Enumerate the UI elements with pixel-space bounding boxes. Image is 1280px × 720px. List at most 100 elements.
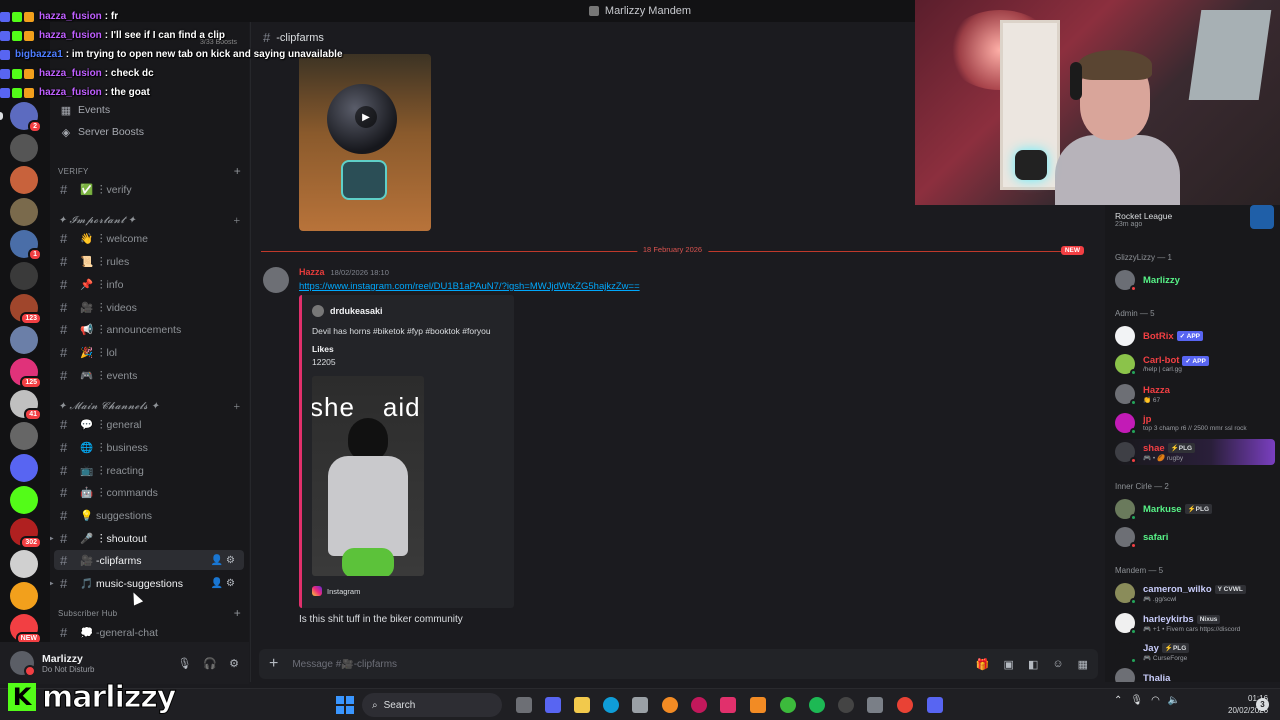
member-jay[interactable]: Jay ⚡PLG 🎮 CurseForge [1115, 639, 1275, 665]
category-subscriber-hub[interactable]: Subscriber Hub + [58, 606, 241, 620]
settings-icon[interactable] [867, 697, 883, 713]
channel-shoutout[interactable]: ▶ # 🎤 ︙shoutout [50, 528, 244, 548]
member-shae[interactable]: shae ⚡PLG 🎮 • 🏉 rugby [1115, 439, 1275, 465]
server-icon[interactable]: NEW [10, 614, 42, 645]
add-channel-icon[interactable]: + [234, 606, 241, 620]
server-icon[interactable] [10, 550, 38, 578]
instagram-app-icon[interactable] [720, 697, 736, 713]
gear-icon[interactable]: ⚙ [229, 657, 239, 670]
headphones-icon[interactable]: 🎧 [203, 657, 217, 670]
spotify-icon[interactable] [809, 697, 825, 713]
microphone-icon[interactable]: 🎙 [177, 657, 191, 670]
user-info[interactable]: Marlizzy Do Not Disturb [42, 653, 94, 674]
activity-card[interactable]: Rocket League 23m ago [1105, 205, 1280, 237]
gift-icon[interactable]: 🎁 [976, 658, 990, 671]
channel-commands[interactable]: # 🤖 ︙commands [54, 482, 244, 502]
server-icon[interactable]: 125 [10, 358, 42, 389]
server-icon[interactable] [10, 262, 38, 290]
sidebar-link-events[interactable]: ▦ Events [60, 100, 110, 120]
taskbar-search[interactable]: ⌕ Search [362, 693, 502, 717]
microphone-icon[interactable]: 🎙 [1130, 695, 1143, 706]
server-icon[interactable] [10, 582, 38, 610]
network-icon[interactable]: ◠ [1151, 695, 1160, 706]
notification-badge[interactable]: 3 [1256, 698, 1269, 711]
file-explorer-icon[interactable] [574, 697, 590, 713]
category-important[interactable]: ✦ 𝓘𝓶𝓹𝓸𝓻𝓽𝓪𝓷𝓽 ✦ + [58, 213, 241, 227]
channel-videos[interactable]: # 🎥 ︙videos [54, 297, 244, 317]
edge-icon[interactable] [603, 697, 619, 713]
channel-general[interactable]: # 💬 ︙general [54, 414, 244, 434]
avatar[interactable] [10, 651, 36, 677]
category-main-channels[interactable]: ✦ 𝓜𝓪𝓲𝓷 𝓒𝓱𝓪𝓷𝓷𝓮𝓵𝓼 ✦ + [58, 399, 241, 413]
channel-verify[interactable]: # ✅ ︙verify [54, 179, 244, 199]
category-verify[interactable]: VERIFY + [58, 164, 241, 178]
chrome-icon[interactable] [897, 697, 913, 713]
member-marlizzy[interactable]: Marlizzy [1115, 267, 1275, 293]
channel-lol[interactable]: # 🎉 ︙lol [54, 342, 244, 362]
server-icon[interactable] [10, 422, 38, 450]
channel-music-suggestions[interactable]: ▶ # 🎵 music-suggestions 👤⚙ [50, 573, 244, 593]
gif-icon[interactable]: ▣ [1004, 658, 1014, 671]
channel-reacting[interactable]: # 📺 ︙reacting [54, 460, 244, 480]
server-icon[interactable]: 302 [10, 518, 42, 549]
server-icon[interactable] [10, 486, 38, 514]
channel-welcome[interactable]: # 👋 ︙welcome [54, 228, 244, 248]
add-channel-icon[interactable]: + [233, 213, 241, 228]
channel-rules[interactable]: # 📜 ︙rules [54, 251, 244, 271]
channel-announcements[interactable]: # 📢 ︙announcements [54, 319, 244, 339]
discord-taskbar-icon[interactable] [927, 697, 943, 713]
member-jp[interactable]: jp top 3 champ r6 // 2500 mmr ssl rock [1115, 410, 1275, 436]
add-channel-icon[interactable]: + [234, 164, 241, 178]
message-avatar[interactable] [263, 267, 289, 293]
message-author[interactable]: Hazza [299, 267, 325, 277]
sidebar-link-server-boosts[interactable]: ◈ Server Boosts [60, 122, 144, 142]
server-icon[interactable]: 1 [10, 230, 42, 261]
apps-icon[interactable]: ▦ [1078, 658, 1088, 671]
browser-icon[interactable] [662, 697, 678, 713]
channel-info[interactable]: # 📌 ︙info [54, 274, 244, 294]
emoji-icon[interactable]: ☺ [1052, 658, 1063, 671]
server-icon[interactable]: 2 [10, 102, 42, 133]
member-markuse[interactable]: Markuse ⚡PLG [1115, 496, 1275, 522]
server-icon[interactable] [10, 454, 38, 482]
message-link[interactable]: https://www.instagram.com/reel/DU1B1aPAu… [299, 281, 640, 292]
embed-image[interactable]: she aid [312, 376, 424, 576]
channel-clipfarms[interactable]: # 🎥 -clipfarms 👤⚙ [54, 550, 244, 570]
task-view-icon[interactable] [516, 697, 532, 713]
channel-general-chat[interactable]: # 💭 -general-chat [54, 622, 244, 642]
channel-suggestions[interactable]: # 💡 suggestions [54, 505, 244, 525]
server-icon[interactable] [10, 166, 38, 194]
member-safari[interactable]: safari [1115, 524, 1275, 550]
add-channel-icon[interactable]: + [233, 399, 241, 414]
member-cameron[interactable]: cameron_wilko Y CVWL 🎮 .gg/scwl [1115, 580, 1275, 606]
chat-app-icon[interactable] [545, 697, 561, 713]
member-hazza[interactable]: Hazza 👏 67 [1115, 381, 1275, 407]
store-icon[interactable] [632, 697, 648, 713]
gear-icon[interactable]: ⚙ [226, 555, 238, 566]
member-thalia[interactable]: Thalia [1115, 665, 1275, 682]
xbox-icon[interactable] [780, 697, 796, 713]
obs-icon[interactable] [838, 697, 854, 713]
vlc-icon[interactable] [750, 697, 766, 713]
embed-author[interactable]: drdukeasaki [312, 305, 383, 317]
invite-icon[interactable]: 👤 [211, 555, 226, 566]
volume-icon[interactable]: 🔈 [1168, 695, 1180, 706]
opera-icon[interactable] [691, 697, 707, 713]
channel-business[interactable]: # 🌐 ︙business [54, 437, 244, 457]
channel-events[interactable]: # 🎮 ︙events [54, 365, 244, 385]
server-icon[interactable]: 123 [10, 294, 42, 325]
member-carlbot[interactable]: Carl-bot ✓ APP/help | carl.gg [1115, 351, 1275, 377]
gear-icon[interactable]: ⚙ [226, 578, 238, 589]
server-icon[interactable] [10, 134, 38, 162]
play-icon[interactable]: ▶ [355, 106, 377, 128]
server-icon[interactable] [10, 326, 38, 354]
server-icon[interactable]: 41 [10, 390, 42, 421]
attach-plus-icon[interactable]: + [269, 655, 278, 673]
invite-icon[interactable]: 👤 [211, 578, 226, 589]
member-harley[interactable]: harleykirbs Nixus 🎮 +1 • Fivem cars https:… [1115, 610, 1275, 636]
server-icon[interactable] [10, 198, 38, 226]
chevron-up-icon[interactable]: ⌃ [1114, 695, 1122, 706]
member-botrix[interactable]: BotRix ✓ APP [1115, 323, 1275, 349]
sticker-icon[interactable]: ◧ [1028, 658, 1038, 671]
message-input[interactable] [292, 658, 976, 670]
